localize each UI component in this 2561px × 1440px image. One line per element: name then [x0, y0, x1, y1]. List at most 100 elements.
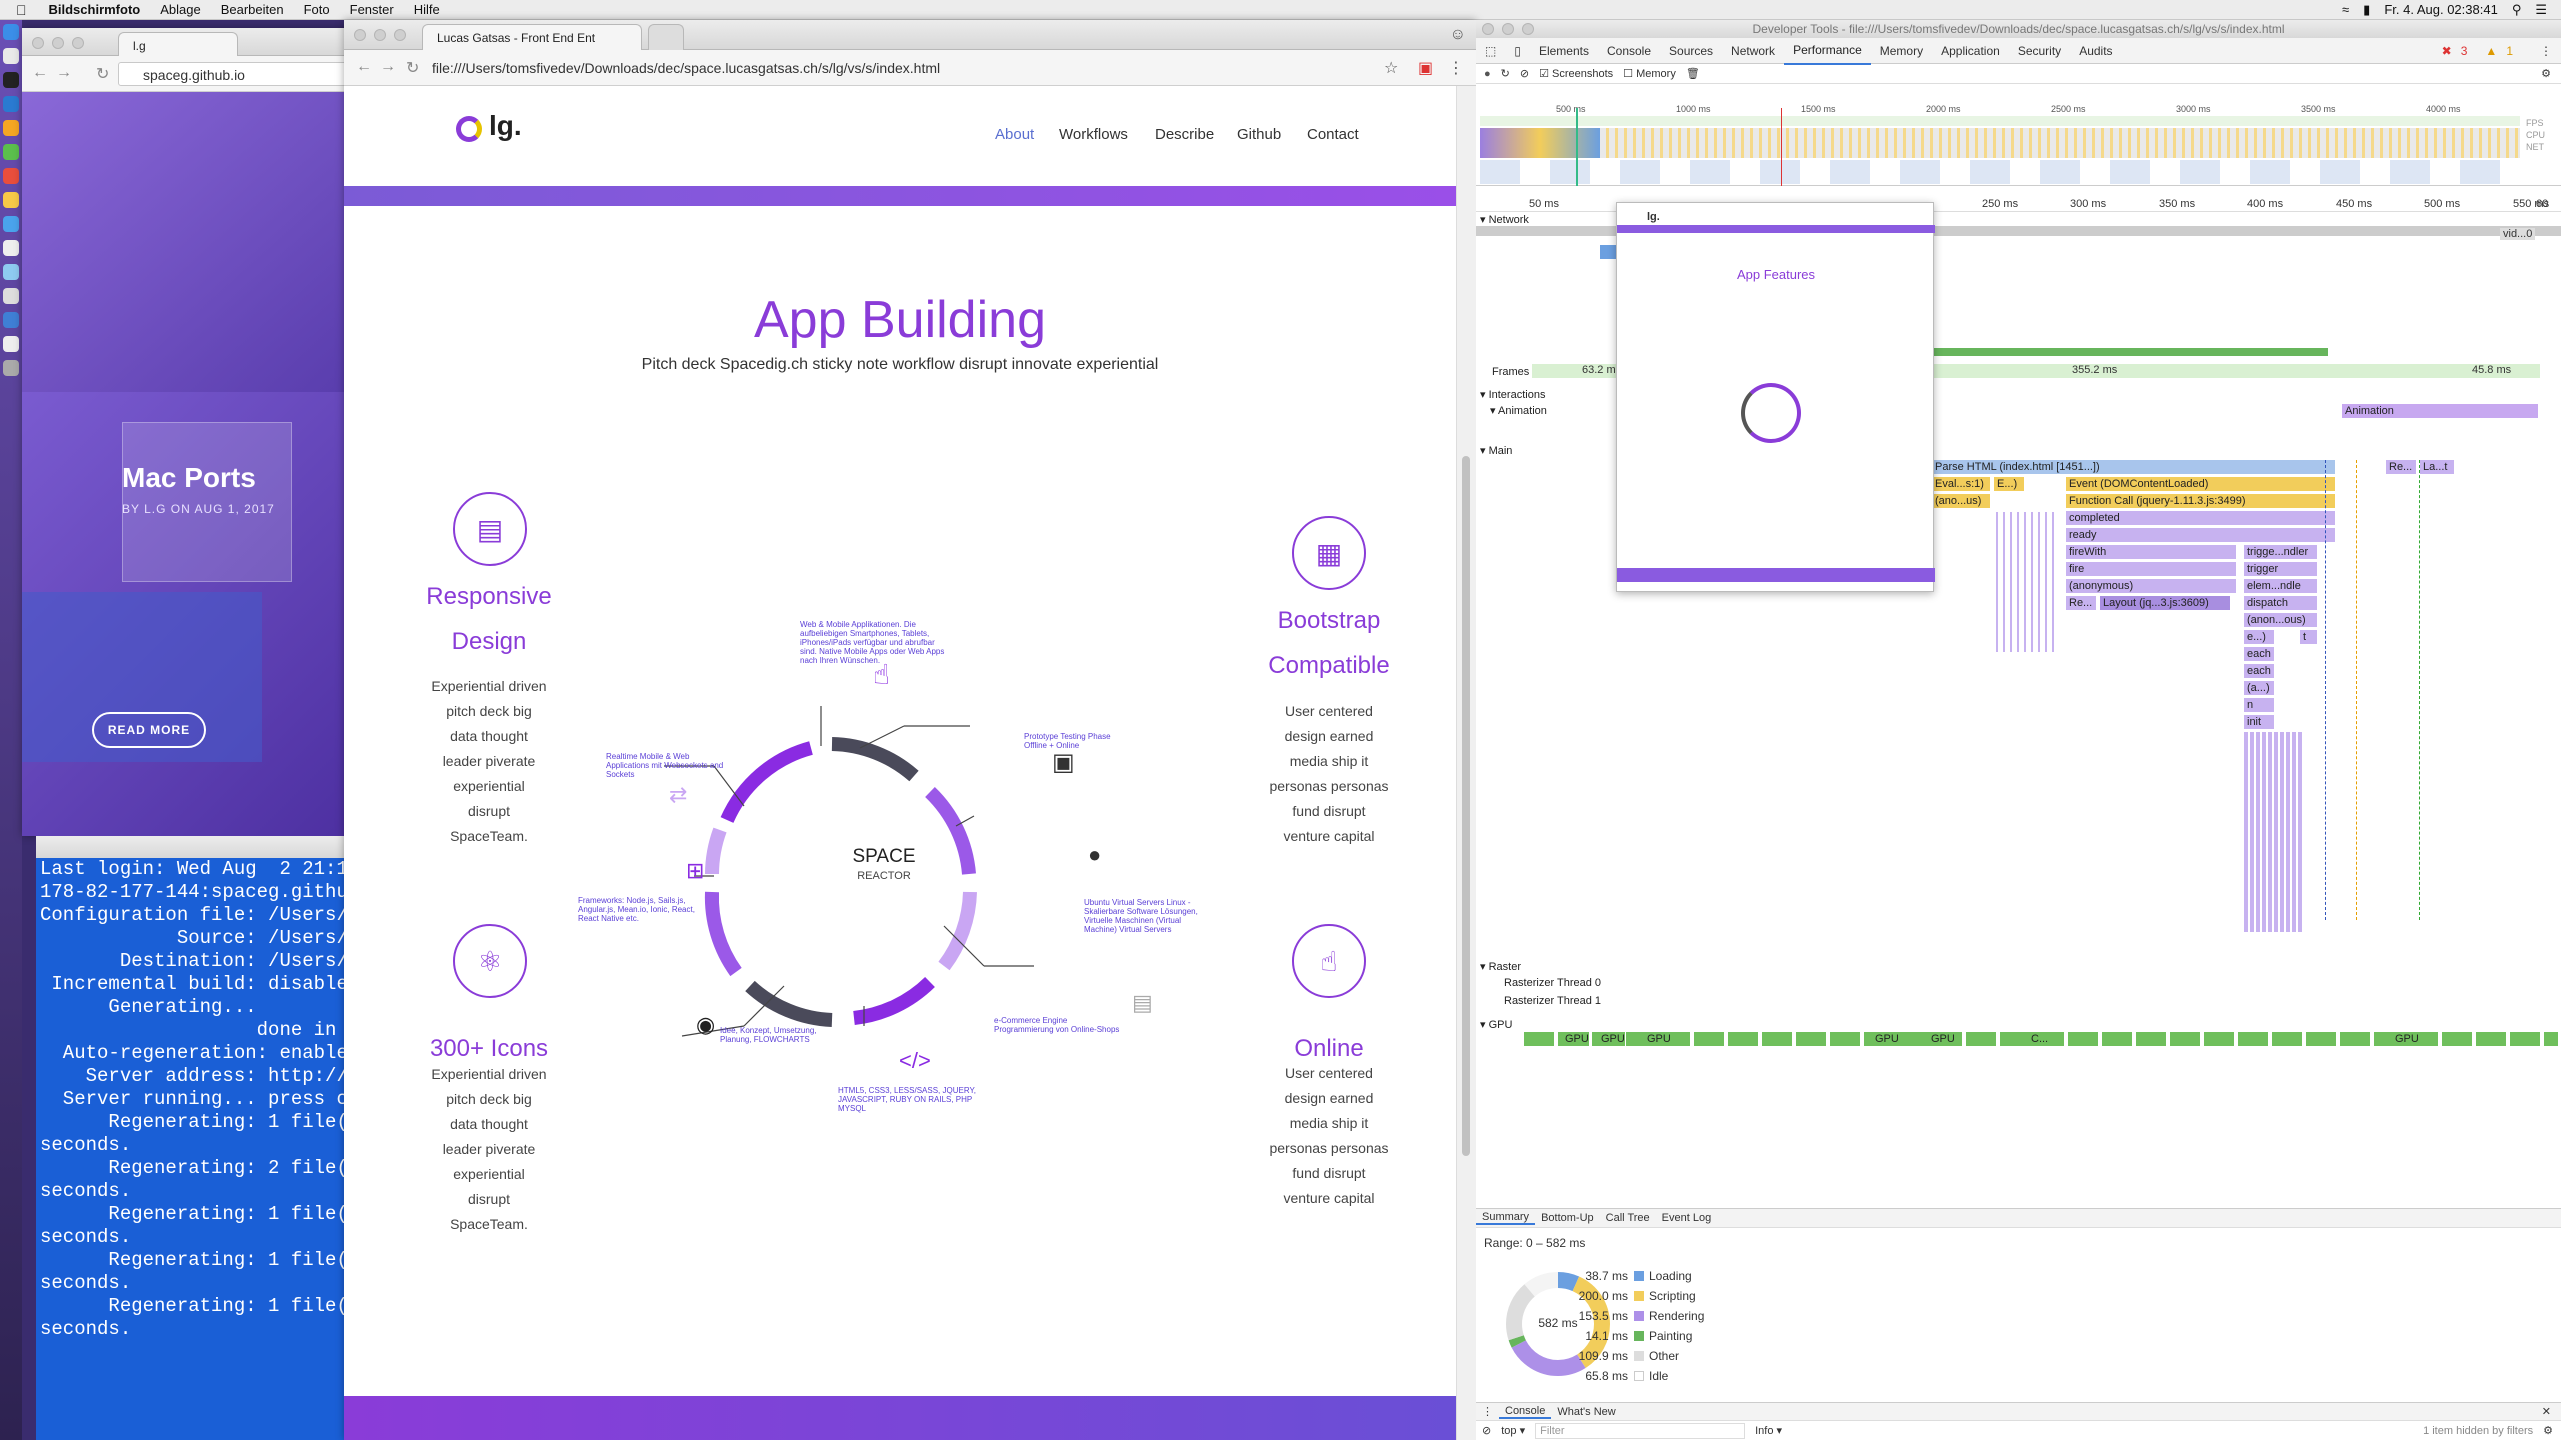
zoom-button[interactable]: [1522, 23, 1534, 35]
tab-lg[interactable]: l.g: [118, 32, 238, 58]
terminal-window[interactable]: Last login: Wed Aug 2 21:10 178-82-177-1…: [36, 836, 346, 1440]
menu-app-name[interactable]: Bildschirmfoto: [39, 2, 151, 17]
app-white-icon[interactable]: [3, 240, 19, 256]
close-button[interactable]: [32, 37, 44, 49]
flame-layout[interactable]: Layout (jq...3.js:3609): [2100, 596, 2230, 610]
apple-menu-icon[interactable]: : [0, 2, 39, 18]
raster-thread-1[interactable]: Rasterizer Thread 1: [1504, 995, 1601, 1007]
forward-icon[interactable]: →: [380, 58, 396, 76]
forward-icon[interactable]: →: [56, 64, 72, 82]
flame-recalc[interactable]: Re...: [2066, 596, 2096, 610]
vscode-icon[interactable]: [3, 96, 19, 112]
tab-security[interactable]: Security: [2009, 38, 2070, 64]
flame-firewith[interactable]: fireWith: [2066, 545, 2236, 559]
drawer-menu-icon[interactable]: ⋮: [1476, 1405, 1499, 1418]
warning-count[interactable]: ▲ 1: [2485, 38, 2531, 64]
wifi-icon[interactable]: ≈: [2342, 2, 2349, 17]
minimize-button[interactable]: [374, 29, 386, 41]
flame-completed[interactable]: completed: [2066, 511, 2335, 525]
profile-icon[interactable]: ☺: [1450, 26, 1466, 44]
flame-anonymous-2[interactable]: (anonymous): [2066, 579, 2236, 593]
network-request[interactable]: [1600, 245, 1616, 259]
main-label[interactable]: ▾ Main: [1480, 444, 1512, 457]
drawer-close-icon[interactable]: ✕: [2542, 1405, 2561, 1418]
tab-application[interactable]: Application: [1932, 38, 2009, 64]
console-clear-icon[interactable]: ⊘: [1482, 1424, 1491, 1437]
record-icon[interactable]: ●: [1484, 68, 1491, 80]
appstore-icon[interactable]: [3, 312, 19, 328]
timeline-overview[interactable]: 500 ms 1000 ms 1500 ms 2000 ms 2500 ms 3…: [1476, 104, 2561, 186]
back-icon[interactable]: ←: [356, 58, 372, 76]
safari-icon[interactable]: [3, 288, 19, 304]
flame-function-call[interactable]: Function Call (jquery-1.11.3.js:3499): [2066, 494, 2335, 508]
scrollbar-thumb[interactable]: [1462, 456, 1470, 1156]
context-select[interactable]: top ▾: [1501, 1424, 1525, 1437]
minimize-button[interactable]: [52, 37, 64, 49]
flame-parse-html[interactable]: Parse HTML (index.html [1451...]): [1932, 460, 2335, 474]
flame-la-t[interactable]: La...t: [2420, 460, 2454, 474]
scrollbar[interactable]: [1456, 86, 1476, 1440]
gpu-label[interactable]: ▾ GPU: [1480, 1018, 1512, 1031]
flame-ready[interactable]: ready: [2066, 528, 2335, 542]
flame-anonymous-1[interactable]: (ano...us): [1932, 494, 1990, 508]
finder-icon[interactable]: [3, 24, 19, 40]
battery-icon[interactable]: ▮: [2363, 2, 2370, 18]
notification-center-icon[interactable]: ☰: [2535, 2, 2547, 18]
zoom-button[interactable]: [72, 37, 84, 49]
flame-each-1[interactable]: each: [2244, 647, 2274, 661]
nav-describe[interactable]: Describe: [1155, 126, 1214, 143]
minimize-button[interactable]: [1502, 23, 1514, 35]
close-button[interactable]: [354, 29, 366, 41]
console-settings-icon[interactable]: ⚙: [2543, 1424, 2561, 1437]
launchpad-icon[interactable]: [3, 48, 19, 64]
devtools-menu-icon[interactable]: ⋮: [2531, 38, 2561, 64]
menu-dots-icon[interactable]: ⋮: [1448, 58, 1464, 78]
menu-item-foto[interactable]: Foto: [294, 2, 340, 17]
flame-trigger-handler[interactable]: trigge...ndler: [2244, 545, 2317, 559]
nav-workflows[interactable]: Workflows: [1059, 126, 1128, 143]
tab-audits[interactable]: Audits: [2070, 38, 2121, 64]
close-button[interactable]: [1482, 23, 1494, 35]
tab-call-tree[interactable]: Call Tree: [1600, 1212, 1656, 1224]
spotlight-icon[interactable]: ⚲: [2512, 2, 2522, 18]
flame-dispatch[interactable]: dispatch: [2244, 596, 2317, 610]
address-bar[interactable]: spaceg.github.io: [118, 62, 348, 86]
tab-bottom-up[interactable]: Bottom-Up: [1535, 1212, 1600, 1224]
reload-record-icon[interactable]: ↻: [1501, 67, 1510, 80]
tab-sources[interactable]: Sources: [1660, 38, 1722, 64]
interactions-label[interactable]: ▾ Interactions: [1480, 388, 1545, 401]
clear-icon[interactable]: ⊘: [1520, 67, 1529, 80]
raster-label[interactable]: ▾ Raster: [1480, 960, 1521, 973]
tab-summary[interactable]: Summary: [1476, 1211, 1536, 1225]
app-yellow-icon[interactable]: [3, 192, 19, 208]
documents-icon[interactable]: [3, 336, 19, 352]
tab-memory[interactable]: Memory: [1871, 38, 1932, 64]
tab-event-log[interactable]: Event Log: [1656, 1212, 1718, 1224]
terminal-icon[interactable]: [3, 72, 19, 88]
flame-e[interactable]: E...): [1994, 477, 2024, 491]
inspect-icon[interactable]: ⬚: [1476, 38, 1505, 64]
flame-e2[interactable]: e...): [2244, 630, 2274, 644]
skype-icon[interactable]: [3, 264, 19, 280]
tab-elements[interactable]: Elements: [1530, 38, 1598, 64]
extension-icon[interactable]: ▣: [1418, 58, 1433, 78]
logo-text[interactable]: lg.: [489, 110, 522, 142]
memory-checkbox[interactable]: ☐ Memory: [1623, 67, 1676, 80]
address-bar[interactable]: file:///Users/tomsfivedev/Downloads/dec/…: [404, 56, 1404, 80]
app-green-icon[interactable]: [3, 144, 19, 160]
post-title[interactable]: Mac Ports: [122, 462, 256, 494]
zoom-button[interactable]: [394, 29, 406, 41]
flame-elem-handle[interactable]: elem...ndle: [2244, 579, 2317, 593]
flame-dom-content-loaded[interactable]: Event (DOMContentLoaded): [2066, 477, 2335, 491]
flame-n[interactable]: n: [2244, 698, 2274, 712]
gpu-track[interactable]: GPU GPU GPU GPU GPU C... GPU: [1524, 1032, 2558, 1046]
flame-eval[interactable]: Eval...s:1): [1932, 477, 1990, 491]
drawer-tab-whats-new[interactable]: What's New: [1551, 1406, 1621, 1418]
flame-trigger[interactable]: trigger: [2244, 562, 2317, 576]
tab-lucas-gatsas[interactable]: Lucas Gatsas - Front End Ent: [422, 24, 642, 50]
drawer-tab-console[interactable]: Console: [1499, 1405, 1552, 1419]
tab-network[interactable]: Network: [1722, 38, 1784, 64]
flame-init[interactable]: init: [2244, 715, 2274, 729]
frame-2[interactable]: 355.2 ms: [2072, 364, 2117, 376]
console-filter-input[interactable]: Filter: [1535, 1422, 1746, 1439]
